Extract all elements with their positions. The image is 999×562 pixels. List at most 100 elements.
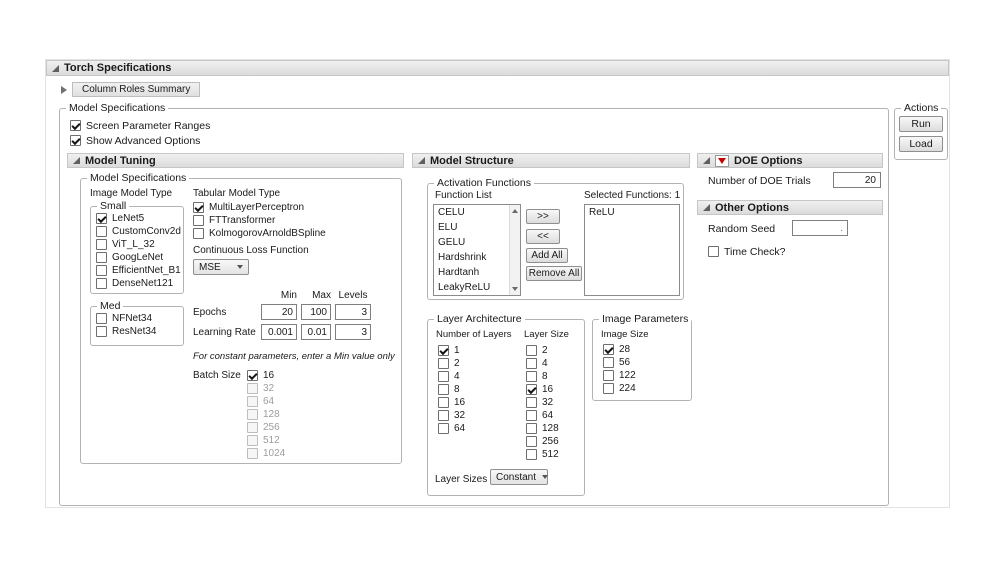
function-listbox: CELU ELU GELU Hardshrink Hardtanh LeakyReLU: [433, 204, 521, 296]
batch-size-checkbox[interactable]: 128: [247, 408, 285, 421]
layer-size-checkbox[interactable]: 32: [526, 396, 559, 409]
layers-checkbox[interactable]: 1: [438, 344, 465, 357]
parameter-table-header: Min Max Levels: [193, 289, 398, 302]
checkbox-label: 32: [263, 383, 275, 394]
checkbox-label: Show Advanced Options: [86, 134, 201, 147]
remove-all-button[interactable]: Remove All: [526, 266, 582, 281]
layers-checkbox[interactable]: 8: [438, 383, 465, 396]
param-max-input[interactable]: 100: [301, 304, 331, 320]
checkbox-label: 256: [263, 422, 280, 433]
batch-size-checkbox[interactable]: 1024: [247, 447, 285, 460]
model-tuning-header[interactable]: Model Tuning: [67, 153, 404, 168]
function-list-item[interactable]: Hardshrink: [434, 250, 520, 265]
function-list-item[interactable]: Hardtanh: [434, 265, 520, 280]
disclosure-open-icon: [52, 64, 59, 72]
remove-function-button[interactable]: <<: [526, 229, 560, 244]
layers-checkbox[interactable]: 4: [438, 370, 465, 383]
checkbox-label: 512: [542, 449, 559, 460]
layer-size-checkbox[interactable]: 512: [526, 448, 559, 461]
checkbox-icon: [603, 344, 614, 355]
group-title: Model Specifications: [66, 102, 169, 115]
model-checkbox[interactable]: NFNet34: [96, 312, 156, 325]
function-list-item[interactable]: GELU: [434, 235, 520, 250]
batch-size-checkbox[interactable]: 16: [247, 369, 285, 382]
layer-size-checkbox[interactable]: 2: [526, 344, 559, 357]
layer-sizes-dropdown[interactable]: Constant: [490, 469, 549, 485]
batch-size-checkbox[interactable]: 256: [247, 421, 285, 434]
function-list-item[interactable]: CELU: [434, 205, 520, 220]
layer-size-checkbox[interactable]: 128: [526, 422, 559, 435]
checkbox-icon: [438, 423, 449, 434]
model-checkbox[interactable]: CustomConv2d: [96, 225, 181, 238]
checkbox-label: 2: [454, 358, 460, 369]
checkbox-icon: [193, 215, 204, 226]
other-options-header[interactable]: Other Options: [697, 200, 883, 215]
checkbox-label: 1: [454, 345, 460, 356]
option-checkbox[interactable]: Show Advanced Options: [70, 134, 210, 147]
add-function-button[interactable]: >>: [526, 209, 560, 224]
parameter-label: Learning Rate: [193, 326, 256, 338]
image-size-checkbox[interactable]: 56: [603, 356, 636, 369]
layer-size-checkbox[interactable]: 256: [526, 435, 559, 448]
function-list-item[interactable]: LeakyReLU: [434, 280, 520, 295]
disclosure-open-icon: [418, 157, 425, 164]
batch-size-checkbox[interactable]: 512: [247, 434, 285, 447]
layer-size-checkbox[interactable]: 64: [526, 409, 559, 422]
function-list-item[interactable]: ELU: [434, 220, 520, 235]
layer-size-checkbox[interactable]: 16: [526, 383, 559, 396]
layer-size-checkbox[interactable]: 4: [526, 357, 559, 370]
layers-checkbox[interactable]: 16: [438, 396, 465, 409]
med-models-group: Med NFNet34 ResNet34: [90, 300, 184, 346]
param-min-input[interactable]: 20: [261, 304, 297, 320]
section-title: Model Tuning: [85, 154, 156, 167]
model-structure-header[interactable]: Model Structure: [412, 153, 690, 168]
checkbox-label: 64: [263, 396, 275, 407]
red-triangle-menu-icon[interactable]: [715, 154, 729, 167]
layers-checkbox[interactable]: 2: [438, 357, 465, 370]
model-checkbox[interactable]: FTTransformer: [193, 214, 326, 227]
model-checkbox[interactable]: GoogLeNet: [96, 251, 181, 264]
model-checkbox[interactable]: MultiLayerPerceptron: [193, 201, 326, 214]
image-size-checkbox[interactable]: 122: [603, 369, 636, 382]
time-check-checkbox[interactable]: Time Check?: [708, 245, 785, 258]
chevron-right-icon[interactable]: [61, 85, 67, 94]
checkbox-label: NFNet34: [112, 313, 153, 324]
param-max-input[interactable]: 0.01: [301, 324, 331, 340]
model-checkbox[interactable]: LeNet5: [96, 212, 181, 225]
image-size-checkbox[interactable]: 224: [603, 382, 636, 395]
option-checkbox[interactable]: Screen Parameter Ranges: [70, 119, 210, 132]
batch-size-checkbox[interactable]: 64: [247, 395, 285, 408]
torch-specifications-header[interactable]: Torch Specifications: [46, 60, 949, 76]
layer-size-checkbox[interactable]: 8: [526, 370, 559, 383]
checkbox-icon: [526, 358, 537, 369]
random-seed-input[interactable]: .: [792, 220, 848, 236]
image-size-checkbox[interactable]: 28: [603, 343, 636, 356]
model-checkbox[interactable]: ResNet34: [96, 325, 156, 338]
checkbox-label: 28: [619, 344, 631, 355]
layers-checkbox[interactable]: 64: [438, 422, 465, 435]
run-button[interactable]: Run: [899, 116, 943, 132]
param-levels-input[interactable]: 3: [335, 324, 371, 340]
checkbox-label: 224: [619, 383, 636, 394]
param-min-input[interactable]: 0.001: [261, 324, 297, 340]
model-checkbox[interactable]: KolmogorovArnoldBSpline: [193, 227, 326, 240]
add-all-button[interactable]: Add All: [526, 248, 568, 263]
scroll-down-icon[interactable]: [512, 287, 518, 291]
selected-function-item[interactable]: ReLU: [585, 205, 679, 220]
doe-trials-input[interactable]: 20: [833, 172, 881, 188]
model-checkbox[interactable]: EfficientNet_B1: [96, 264, 181, 277]
model-checkbox[interactable]: ViT_L_32: [96, 238, 181, 251]
scroll-up-icon[interactable]: [512, 209, 518, 213]
function-list-scrollbar[interactable]: [509, 205, 520, 295]
batch-size-section: Batch Size 16 32 64 128 256 512 1024: [193, 369, 285, 460]
checkbox-label: 128: [263, 409, 280, 420]
image-model-type-label: Image Model Type: [90, 188, 173, 199]
column-roles-summary-button[interactable]: Column Roles Summary: [72, 82, 201, 97]
layers-checkbox[interactable]: 32: [438, 409, 465, 422]
doe-options-header[interactable]: DOE Options: [697, 153, 883, 168]
load-button[interactable]: Load: [899, 136, 943, 152]
loss-function-dropdown[interactable]: MSE: [193, 259, 249, 275]
model-checkbox[interactable]: DenseNet121: [96, 277, 181, 290]
batch-size-checkbox[interactable]: 32: [247, 382, 285, 395]
param-levels-input[interactable]: 3: [335, 304, 371, 320]
